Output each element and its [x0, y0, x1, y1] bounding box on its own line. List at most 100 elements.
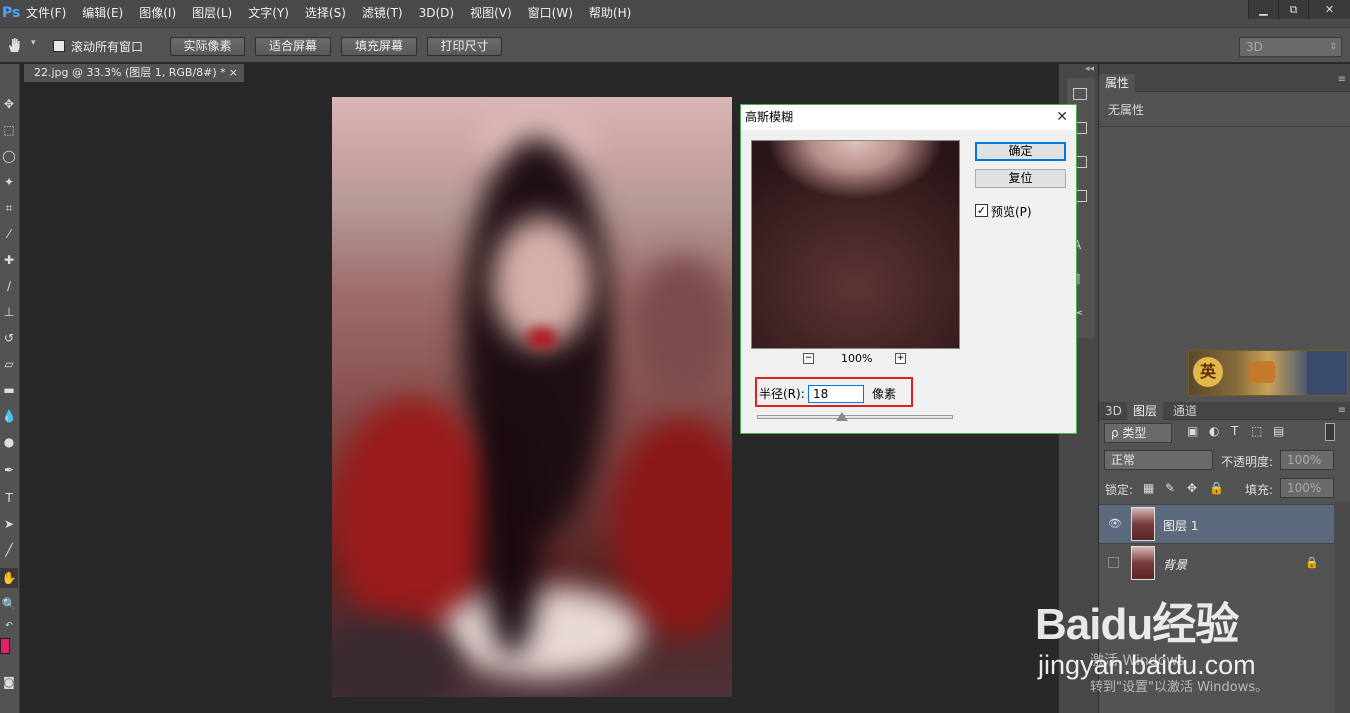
print-size-button[interactable]: 打印尺寸: [427, 37, 502, 56]
zoom-out-button[interactable]: −: [803, 353, 814, 364]
layer-thumbnail: [1131, 507, 1155, 541]
shape-tool-icon[interactable]: ╱: [0, 540, 18, 560]
hand-tool-active-icon[interactable]: ✋: [0, 568, 18, 588]
lock-position-icon[interactable]: ✥: [1187, 481, 1197, 495]
history-brush-icon[interactable]: ↺: [0, 328, 18, 348]
filter-toggle[interactable]: [1325, 423, 1335, 441]
game-banner-image: 英: [1188, 350, 1348, 396]
crop-tool-icon[interactable]: ⌗: [0, 198, 18, 218]
layers-menu-icon[interactable]: ≡: [1338, 402, 1346, 420]
actual-pixels-button[interactable]: 实际像素: [170, 37, 245, 56]
menu-3d[interactable]: 3D(D): [411, 0, 462, 27]
preview-label: 预览(P): [991, 205, 1032, 219]
zoom-in-button[interactable]: +: [895, 353, 906, 364]
path-select-icon[interactable]: ➤: [0, 514, 18, 534]
tab-3d[interactable]: 3D: [1099, 402, 1128, 420]
zoom-controls: − 100% +: [803, 352, 908, 367]
document-tab[interactable]: 22.jpg @ 33.3% (图层 1, RGB/8#) * ×: [24, 64, 244, 82]
stamp-tool-icon[interactable]: ⊥: [0, 302, 18, 322]
lasso-tool-icon[interactable]: ◯: [0, 146, 18, 166]
menu-layer[interactable]: 图层(L): [184, 0, 240, 27]
window-controls: ▁ ⧉ ✕: [1248, 0, 1350, 19]
eye-icon[interactable]: 👁: [1108, 517, 1122, 530]
menu-filter[interactable]: 滤镜(T): [354, 0, 411, 27]
radius-input[interactable]: 18: [808, 385, 864, 403]
filter-shape-icon[interactable]: ⬚: [1251, 424, 1262, 438]
fill-value: 100%: [1287, 481, 1322, 495]
history-panel-icon[interactable]: [1073, 88, 1087, 100]
marquee-tool-icon[interactable]: ⬚: [0, 120, 18, 140]
brush-tool-icon[interactable]: ∕: [0, 276, 18, 296]
filter-smart-icon[interactable]: ▤: [1273, 424, 1284, 438]
filter-type-icon[interactable]: T: [1231, 424, 1238, 438]
gradient-tool-icon[interactable]: ▬: [0, 380, 18, 400]
reset-button[interactable]: 复位: [975, 169, 1066, 188]
minimize-button[interactable]: ▁: [1248, 0, 1278, 19]
blur-preview[interactable]: [751, 140, 960, 349]
opacity-label: 不透明度:: [1221, 455, 1274, 469]
foreground-color-swatch[interactable]: [0, 638, 10, 654]
opacity-field[interactable]: 100%: [1280, 450, 1334, 470]
layer-name: 图层 1: [1163, 519, 1199, 533]
dodge-tool-icon[interactable]: ●: [0, 432, 18, 452]
swap-colors-icon[interactable]: ↶: [0, 616, 18, 636]
pen-tool-icon[interactable]: ✒: [0, 460, 18, 480]
blur-tool-icon[interactable]: 💧: [0, 406, 18, 426]
type-tool-icon[interactable]: T: [0, 488, 18, 508]
menu-select[interactable]: 选择(S): [297, 0, 354, 27]
close-window-button[interactable]: ✕: [1308, 0, 1350, 19]
close-document-icon[interactable]: ×: [229, 64, 238, 82]
radius-slider[interactable]: [757, 415, 953, 419]
filter-image-icon[interactable]: ▣: [1187, 424, 1198, 438]
filter-kind-select[interactable]: ρ 类型: [1104, 423, 1172, 443]
ok-button[interactable]: 确定: [975, 142, 1066, 161]
zoom-level: 100%: [841, 352, 873, 365]
layer-row[interactable]: 背景 🔒: [1099, 543, 1334, 582]
fill-screen-button[interactable]: 填充屏幕: [341, 37, 417, 56]
collapse-panels-icon[interactable]: ◂◂: [1085, 64, 1094, 74]
menu-edit[interactable]: 编辑(E): [74, 0, 131, 27]
lock-transparent-icon[interactable]: ▦: [1143, 481, 1154, 495]
move-tool-icon[interactable]: ✥: [0, 94, 18, 114]
menu-type[interactable]: 文字(Y): [240, 0, 297, 27]
select-arrows-icon: ⇕: [1329, 42, 1337, 52]
scroll-all-checkbox[interactable]: [53, 40, 65, 52]
workspace-select[interactable]: 3D ⇕: [1239, 37, 1342, 57]
options-bar: ▾ 滚动所有窗口 实际像素 适合屏幕 填充屏幕 打印尺寸: [0, 27, 1350, 63]
lock-all-icon[interactable]: 🔒: [1209, 481, 1224, 495]
layers-scrollbar[interactable]: [1334, 502, 1350, 713]
layer-name: 背景: [1163, 558, 1188, 572]
tab-layers[interactable]: 图层: [1127, 402, 1164, 420]
gaussian-blur-dialog: 高斯模糊 ✕ 确定 复位 ✓ 预览(P) − 100% + 半径(R): 18 …: [740, 104, 1077, 434]
chevron-down-icon[interactable]: ▾: [31, 38, 36, 48]
menu-help[interactable]: 帮助(H): [581, 0, 639, 27]
layer-row[interactable]: 👁 图层 1: [1099, 504, 1334, 543]
menu-bar: Ps 文件(F) 编辑(E) 图像(I) 图层(L) 文字(Y) 选择(S) 滤…: [0, 0, 1350, 27]
activate-windows-hint: 转到"设置"以激活 Windows。: [1090, 680, 1269, 695]
healing-brush-icon[interactable]: ✚: [0, 250, 18, 270]
eyedropper-icon[interactable]: ⁄: [0, 224, 18, 244]
zoom-tool-icon[interactable]: 🔍: [0, 594, 18, 614]
filter-adjustment-icon[interactable]: ◐: [1209, 424, 1219, 438]
magic-wand-icon[interactable]: ✦: [0, 172, 18, 192]
eraser-tool-icon[interactable]: ▱: [0, 354, 18, 374]
radius-slider-thumb[interactable]: [836, 412, 848, 421]
panel-menu-icon[interactable]: ≡: [1338, 74, 1346, 85]
fill-field[interactable]: 100%: [1280, 478, 1334, 498]
fit-screen-button[interactable]: 适合屏幕: [255, 37, 331, 56]
blend-mode-select[interactable]: 正常: [1104, 450, 1213, 470]
hand-tool-icon[interactable]: [6, 36, 24, 54]
menu-image[interactable]: 图像(I): [131, 0, 184, 27]
tab-properties[interactable]: 属性: [1099, 74, 1136, 92]
menu-file[interactable]: 文件(F): [18, 0, 74, 27]
menu-window[interactable]: 窗口(W): [520, 0, 581, 27]
restore-button[interactable]: ⧉: [1278, 0, 1308, 19]
radius-label: 半径(R):: [759, 387, 805, 401]
preview-checkbox[interactable]: ✓: [975, 204, 988, 217]
lock-pixels-icon[interactable]: ✎: [1165, 481, 1175, 495]
menu-view[interactable]: 视图(V): [462, 0, 520, 27]
visibility-toggle[interactable]: [1108, 557, 1119, 568]
quick-mask-icon[interactable]: ◙: [0, 672, 18, 692]
tab-channels[interactable]: 通道: [1167, 402, 1203, 420]
close-icon[interactable]: ✕: [1056, 105, 1068, 130]
